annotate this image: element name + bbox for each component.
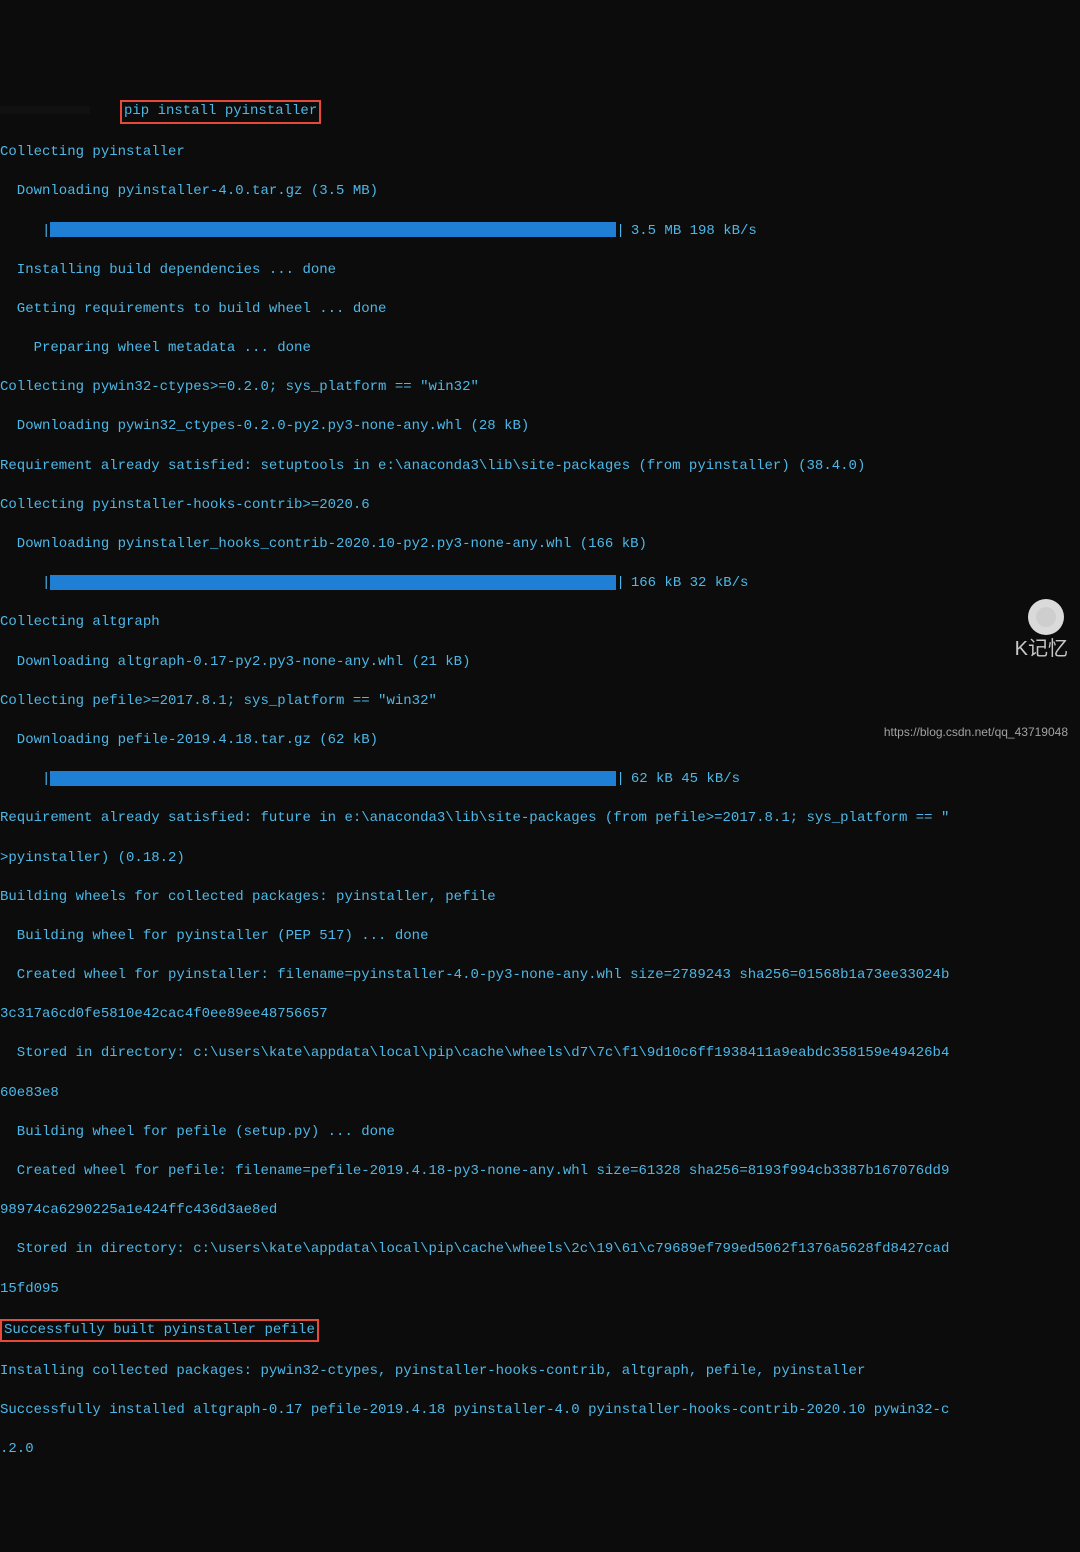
output-line: Successfully installed altgraph-0.17 pef… [0,1401,1080,1421]
output-line: .2.0 [0,1440,1080,1460]
output-line: 60e83e8 [0,1084,1080,1104]
output-line: Created wheel for pefile: filename=pefil… [0,1162,1080,1182]
output-line: 15fd095 [0,1280,1080,1300]
prompt-redacted [0,103,120,117]
command-highlight-box: pip install pyinstaller [120,100,321,124]
output-line: Collecting pyinstaller-hooks-contrib>=20… [0,496,1080,516]
output-line: Requirement already satisfied: future in… [0,809,1080,829]
output-line: Collecting pywin32-ctypes>=0.2.0; sys_pl… [0,378,1080,398]
progress-text: 3.5 MB 198 kB/s [631,223,757,239]
success-text: Successfully built pyinstaller pefile [4,1322,315,1338]
output-line: Preparing wheel metadata ... done [0,339,1080,359]
output-line: Installing collected packages: pywin32-c… [0,1362,1080,1382]
output-line: Building wheels for collected packages: … [0,888,1080,908]
terminal-output[interactable]: pip install pyinstaller Collecting pyins… [0,80,1080,1479]
watermark: K记忆 https://blog.csdn.net/qq_43719048 [884,540,1068,760]
watermark-top: K记忆 [884,579,1068,682]
bar-pipe: | [42,223,50,239]
bar-pipe: | [616,771,624,787]
output-line: 98974ca6290225a1e424ffc436d3ae8ed [0,1201,1080,1221]
success-highlight-line: Successfully built pyinstaller pefile [0,1319,1080,1343]
bar-pipe: | [616,223,624,239]
output-line: Collecting pyinstaller [0,143,1080,163]
success-highlight-box: Successfully built pyinstaller pefile [0,1319,319,1343]
output-line: Getting requirements to build wheel ... … [0,300,1080,320]
output-line: Building wheel for pyinstaller (PEP 517)… [0,927,1080,947]
command-text: pip install pyinstaller [124,103,317,119]
progress-bar-line: | | 3.5 MB 198 kB/s [42,222,1080,242]
bar-pipe: | [616,575,624,591]
prompt-line: pip install pyinstaller [0,100,1080,124]
output-line: Created wheel for pyinstaller: filename=… [0,966,1080,986]
output-line: Building wheel for pefile (setup.py) ...… [0,1123,1080,1143]
output-line: Downloading pyinstaller-4.0.tar.gz (3.5 … [0,182,1080,202]
output-line: Stored in directory: c:\users\kate\appda… [0,1240,1080,1260]
progress-bar-line: | | 62 kB 45 kB/s [42,770,1080,790]
progress-text: 62 kB 45 kB/s [631,771,740,787]
watermark-name: K记忆 [1015,638,1068,660]
output-line: Installing build dependencies ... done [0,261,1080,281]
output-line: 3c317a6cd0fe5810e42cac4f0ee89ee48756657 [0,1005,1080,1025]
progress-bar-fill [50,575,616,590]
output-line: Stored in directory: c:\users\kate\appda… [0,1044,1080,1064]
output-line: Downloading pywin32_ctypes-0.2.0-py2.py3… [0,417,1080,437]
bar-pipe: | [42,771,50,787]
wechat-icon [1028,599,1064,635]
progress-text: 166 kB 32 kB/s [631,575,749,591]
watermark-url: https://blog.csdn.net/qq_43719048 [884,724,1068,741]
output-line: >pyinstaller) (0.18.2) [0,849,1080,869]
progress-bar-fill [50,771,616,786]
bar-pipe: | [42,575,50,591]
output-line: Requirement already satisfied: setuptool… [0,457,1080,477]
progress-bar-fill [50,222,616,237]
